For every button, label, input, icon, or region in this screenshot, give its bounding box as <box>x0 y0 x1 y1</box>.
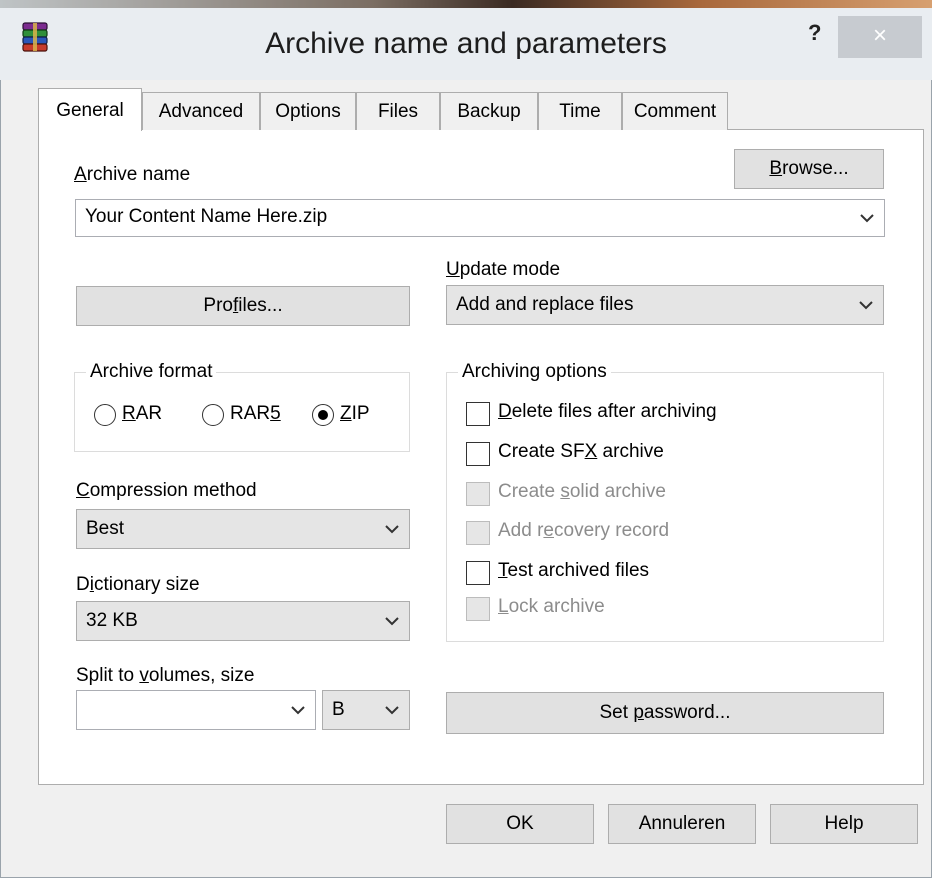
split-volumes-unit-select[interactable]: B <box>322 690 410 730</box>
tab-time[interactable]: Time <box>538 92 622 130</box>
radio-rar5[interactable]: RAR5 <box>202 403 302 429</box>
compression-method-value: Best <box>86 518 125 539</box>
radio-rar-indicator[interactable] <box>94 404 116 426</box>
option-test-files[interactable]: Test archived files <box>466 559 786 587</box>
option-create-sfx[interactable]: Create SFX archive <box>466 440 786 468</box>
tab-advanced[interactable]: Advanced <box>142 92 260 130</box>
title-help-button[interactable]: ? <box>808 20 832 50</box>
option-lock-archive-label: Lock archive <box>498 596 605 617</box>
option-add-recovery: Add recovery record <box>466 519 786 547</box>
split-volumes-size-combo[interactable] <box>76 690 316 730</box>
tab-files[interactable]: Files <box>356 92 440 130</box>
checkbox-create-solid <box>466 482 490 506</box>
tab-options[interactable]: Options <box>260 92 356 130</box>
archive-name-value: Your Content Name Here.zip <box>85 206 328 227</box>
chevron-down-icon <box>383 602 401 640</box>
radio-rar5-label: RAR5 <box>230 403 281 424</box>
option-lock-archive: Lock archive <box>466 595 786 623</box>
split-volumes-unit: B <box>332 699 345 720</box>
update-mode-value: Add and replace files <box>456 294 634 315</box>
option-test-files-label: Test archived files <box>498 560 650 581</box>
option-create-solid-label: Create solid archive <box>498 481 666 502</box>
compression-method-label: Compression method <box>76 480 257 501</box>
archive-name-combo[interactable]: Your Content Name Here.zip <box>75 199 885 237</box>
tab-general[interactable]: General <box>38 88 142 131</box>
dictionary-size-label: Dictionary size <box>76 574 200 595</box>
checkbox-create-sfx[interactable] <box>466 442 490 466</box>
tab-backup[interactable]: Backup <box>440 92 538 130</box>
browse-button[interactable]: Browse... <box>734 149 884 189</box>
option-delete-files-label: Delete files after archiving <box>498 401 717 422</box>
option-create-sfx-label: Create SFX archive <box>498 441 664 462</box>
checkbox-delete-files[interactable] <box>466 402 490 426</box>
archive-format-title: Archive format <box>86 361 217 383</box>
radio-zip-indicator[interactable] <box>312 404 334 426</box>
checkbox-lock-archive <box>466 597 490 621</box>
dictionary-size-select[interactable]: 32 KB <box>76 601 410 641</box>
help-button[interactable]: Help <box>770 804 918 844</box>
ok-button[interactable]: OK <box>446 804 594 844</box>
set-password-button[interactable]: Set password... <box>446 692 884 734</box>
radio-rar5-indicator[interactable] <box>202 404 224 426</box>
option-create-solid: Create solid archive <box>466 480 786 508</box>
update-mode-select[interactable]: Add and replace files <box>446 285 884 325</box>
chevron-down-icon <box>857 286 875 324</box>
option-delete-files[interactable]: Delete files after archiving <box>466 400 786 428</box>
archiving-options-title: Archiving options <box>458 361 611 383</box>
radio-zip[interactable]: ZIP <box>312 403 392 429</box>
dictionary-size-value: 32 KB <box>86 610 138 631</box>
window-title: Archive name and parameters <box>265 27 667 60</box>
chevron-down-icon <box>383 510 401 548</box>
update-mode-label: Update mode <box>446 259 561 280</box>
archive-name-label: Archive name <box>74 164 191 185</box>
chevron-down-icon <box>383 691 401 729</box>
chevron-down-icon <box>858 200 876 236</box>
tab-comment[interactable]: Comment <box>622 92 728 130</box>
chevron-down-icon <box>289 691 307 729</box>
option-add-recovery-label: Add recovery record <box>498 520 670 541</box>
profiles-button[interactable]: Profiles... <box>76 286 410 326</box>
checkbox-add-recovery <box>466 521 490 545</box>
radio-zip-label: ZIP <box>340 403 370 424</box>
close-button[interactable]: × <box>838 16 922 58</box>
checkbox-test-files[interactable] <box>466 561 490 585</box>
compression-method-select[interactable]: Best <box>76 509 410 549</box>
radio-rar[interactable]: RAR <box>94 403 180 429</box>
cancel-button[interactable]: Annuleren <box>608 804 756 844</box>
radio-rar-label: RAR <box>122 403 163 424</box>
split-volumes-label: Split to volumes, size <box>76 665 255 686</box>
